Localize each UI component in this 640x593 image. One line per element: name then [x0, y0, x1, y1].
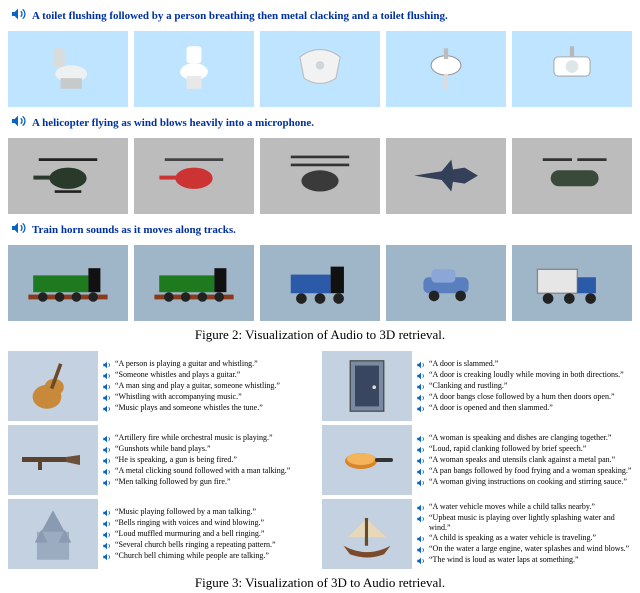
query-thumb-guitar	[8, 351, 98, 421]
audio-caption-line: “A woman is speaking and dishes are clan…	[416, 433, 632, 444]
door-icon	[342, 356, 392, 416]
audio-query-2: A helicopter flying as wind blows heavil…	[32, 117, 314, 129]
audio-caption-line: “A door bangs close followed by a hum th…	[416, 392, 632, 403]
result-thumb	[134, 245, 254, 321]
audio-query-3: Train horn sounds as it moves along trac…	[32, 224, 236, 236]
audio-caption-line: “Artillery fire while orchestral music i…	[102, 433, 318, 444]
result-captions-guitar: “A person is playing a guitar and whistl…	[102, 351, 318, 421]
result-captions-pan: “A woman is speaking and dishes are clan…	[416, 425, 632, 495]
audio-caption-line: “Upbeat music is playing over lightly sp…	[416, 513, 632, 533]
result-captions-church: “Music playing followed by a man talking…	[102, 499, 318, 569]
guitar-icon	[23, 356, 83, 416]
audio-caption-line: “A metal clicking sound followed with a …	[102, 466, 318, 477]
ship-icon	[335, 507, 399, 561]
audio-caption-line: “A woman speaks and utensils clank again…	[416, 455, 632, 466]
audio-caption-line: “A man sing and play a guitar, someone w…	[102, 381, 318, 392]
audio-caption-line: “A door is opened and then slammed.”	[416, 403, 632, 414]
audio-caption-line: “A door is slammed.”	[416, 359, 632, 370]
audio-caption-line: “Someone whistles and plays a guitar.”	[102, 370, 318, 381]
train-icon	[278, 256, 362, 309]
audio-caption-line: “Loud muffled murmuring and a bell ringi…	[102, 529, 318, 540]
audio-caption-line: “Bells ringing with voices and wind blow…	[102, 518, 318, 529]
church-icon	[26, 504, 80, 564]
audio-caption-line: “A water vehicle moves while a child tal…	[416, 502, 632, 513]
car-icon	[404, 256, 488, 309]
fig2-row-3	[0, 239, 640, 321]
result-thumb	[260, 245, 380, 321]
audio-caption-line: “Music plays and someone whistles the tu…	[102, 403, 318, 414]
speaker-icon	[10, 6, 26, 25]
audio-caption-line: “A door is creaking loudly while moving …	[416, 370, 632, 381]
train-icon	[152, 256, 236, 309]
audio-caption-line: “Whistling with accompanying music.”	[102, 392, 318, 403]
result-thumb	[134, 138, 254, 214]
query-thumb-pan	[322, 425, 412, 495]
fig2-row-2	[0, 132, 640, 214]
result-thumb	[386, 31, 506, 107]
audio-caption-line: “A person is playing a guitar and whistl…	[102, 359, 318, 370]
result-captions-ship: “A water vehicle moves while a child tal…	[416, 499, 632, 569]
audio-caption-line: “He is speaking, a gun is being fired.”	[102, 455, 318, 466]
sink-icon	[404, 42, 488, 95]
audio-caption-line: “Clanking and rustling.”	[416, 381, 632, 392]
sink-icon	[278, 42, 362, 95]
result-thumb	[260, 138, 380, 214]
helicopter-icon	[530, 149, 614, 202]
figure-3-grid: “A person is playing a guitar and whistl…	[0, 345, 640, 569]
result-thumb	[512, 138, 632, 214]
train-icon	[26, 256, 110, 309]
audio-caption-line: “Gunshots while band plays.”	[102, 444, 318, 455]
rifle-icon	[18, 440, 88, 480]
query-thumb-ship	[322, 499, 412, 569]
toilet-icon	[152, 42, 236, 95]
result-thumb	[512, 245, 632, 321]
sink-icon	[530, 42, 614, 95]
audio-caption-line: “A woman giving instructions on cooking …	[416, 477, 632, 488]
audio-caption-line: “A pan bangs followed by food frying and…	[416, 466, 632, 477]
result-thumb	[260, 31, 380, 107]
result-thumb	[8, 245, 128, 321]
result-thumb	[386, 245, 506, 321]
result-thumb	[8, 138, 128, 214]
speaker-icon	[10, 220, 26, 239]
audio-caption-line: “The wind is loud as water laps at somet…	[416, 555, 632, 566]
helicopter-icon	[26, 149, 110, 202]
audio-caption-line: “Church bell chiming while people are ta…	[102, 551, 318, 562]
audio-caption-line: “Music playing followed by a man talking…	[102, 507, 318, 518]
figure-2-caption: Figure 2: Visualization of Audio to 3D r…	[0, 321, 640, 345]
audio-query-1: A toilet flushing followed by a person b…	[32, 10, 448, 22]
query-thumb-door	[322, 351, 412, 421]
result-captions-door: “A door is slammed.”“A door is creaking …	[416, 351, 632, 421]
audio-caption-line: “Several church bells ringing a repeatin…	[102, 540, 318, 551]
result-thumb	[512, 31, 632, 107]
fig2-row-1	[0, 25, 640, 107]
result-thumb	[134, 31, 254, 107]
toilet-icon	[26, 42, 110, 95]
query-thumb-church	[8, 499, 98, 569]
audio-caption-line: “Loud, rapid clanking followed by brief …	[416, 444, 632, 455]
jet-icon	[404, 149, 488, 202]
speaker-icon	[10, 113, 26, 132]
helicopter-icon	[278, 149, 362, 202]
truck-icon	[530, 256, 614, 309]
audio-caption-line: “On the water a large engine, water spla…	[416, 544, 632, 555]
query-thumb-rifle	[8, 425, 98, 495]
result-thumb	[8, 31, 128, 107]
pan-icon	[337, 440, 397, 480]
audio-caption-line: “A child is speaking as a water vehicle …	[416, 533, 632, 544]
figure-3-caption: Figure 3: Visualization of 3D to Audio r…	[0, 569, 640, 593]
result-thumb	[386, 138, 506, 214]
helicopter-icon	[152, 149, 236, 202]
result-captions-rifle: “Artillery fire while orchestral music i…	[102, 425, 318, 495]
audio-caption-line: “Men talking followed by gun fire.”	[102, 477, 318, 488]
